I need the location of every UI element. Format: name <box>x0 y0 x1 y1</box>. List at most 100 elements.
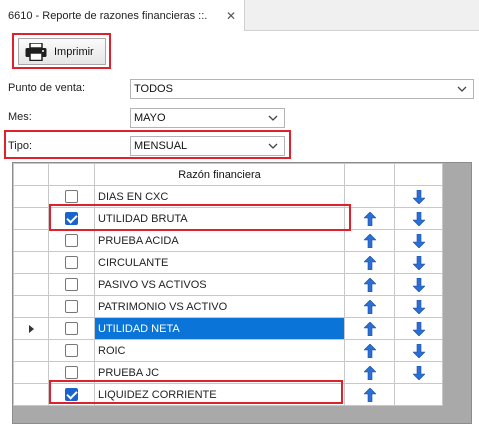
move-up-cell[interactable] <box>344 273 395 296</box>
move-down-cell[interactable] <box>394 273 443 296</box>
row-indicator-cell[interactable] <box>13 317 49 340</box>
move-up-cell[interactable] <box>344 207 395 230</box>
arrow-down-icon[interactable] <box>412 277 425 292</box>
row-checkbox[interactable] <box>65 344 78 357</box>
table-row[interactable]: LIQUIDEZ CORRIENTE <box>13 383 443 406</box>
check-cell[interactable] <box>48 273 95 296</box>
arrow-up-icon[interactable] <box>363 211 376 226</box>
chevron-down-icon <box>268 115 278 121</box>
move-up-cell[interactable] <box>344 361 395 384</box>
row-indicator-cell[interactable] <box>13 295 49 318</box>
move-up-cell[interactable] <box>344 295 395 318</box>
move-up-cell[interactable] <box>344 251 395 274</box>
tipo-value: MENSUAL <box>134 140 188 152</box>
row-indicator-cell[interactable] <box>13 361 49 384</box>
arrow-up-icon[interactable] <box>363 387 376 402</box>
arrow-up-icon[interactable] <box>363 255 376 270</box>
table-row[interactable]: UTILIDAD NETA <box>13 317 443 340</box>
move-down-cell[interactable] <box>394 251 443 274</box>
check-cell[interactable] <box>48 339 95 362</box>
row-indicator-cell[interactable] <box>13 229 49 252</box>
row-checkbox[interactable] <box>65 322 78 335</box>
move-down-cell[interactable] <box>394 207 443 230</box>
move-down-cell[interactable] <box>394 361 443 384</box>
arrow-up-icon[interactable] <box>363 277 376 292</box>
razon-name-cell[interactable]: ROIC <box>94 339 345 362</box>
move-up-cell[interactable] <box>344 229 395 252</box>
move-up-cell[interactable] <box>344 339 395 362</box>
arrow-up-icon[interactable] <box>363 321 376 336</box>
arrow-up-icon[interactable] <box>363 233 376 248</box>
check-cell[interactable] <box>48 207 95 230</box>
check-cell[interactable] <box>48 383 95 406</box>
table-row[interactable]: DIAS EN CXC <box>13 185 443 208</box>
move-down-cell[interactable] <box>394 185 443 208</box>
razon-name-cell[interactable]: DIAS EN CXC <box>94 185 345 208</box>
row-indicator-cell[interactable] <box>13 207 49 230</box>
razon-name-cell[interactable]: PATRIMONIO VS ACTIVO <box>94 295 345 318</box>
check-cell[interactable] <box>48 185 95 208</box>
row-indicator-cell[interactable] <box>13 383 49 406</box>
arrow-up-icon[interactable] <box>363 365 376 380</box>
row-checkbox[interactable] <box>65 278 78 291</box>
razon-name-cell[interactable]: PASIVO VS ACTIVOS <box>94 273 345 296</box>
punto-venta-select[interactable]: TODOS <box>130 79 474 99</box>
arrow-down-icon[interactable] <box>412 233 425 248</box>
close-icon[interactable]: ✕ <box>226 9 236 23</box>
row-checkbox[interactable] <box>65 388 78 401</box>
move-up-cell[interactable] <box>344 317 395 340</box>
check-cell[interactable] <box>48 229 95 252</box>
arrow-up-icon[interactable] <box>363 299 376 314</box>
move-up-cell[interactable] <box>344 185 395 208</box>
row-checkbox[interactable] <box>65 300 78 313</box>
table-row[interactable]: PRUEBA JC <box>13 361 443 384</box>
move-up-cell[interactable] <box>344 383 395 406</box>
table-row[interactable]: PATRIMONIO VS ACTIVO <box>13 295 443 318</box>
check-cell[interactable] <box>48 295 95 318</box>
arrow-up-icon[interactable] <box>363 343 376 358</box>
check-cell[interactable] <box>48 361 95 384</box>
arrow-down-icon[interactable] <box>412 321 425 336</box>
table-row[interactable]: PRUEBA ACIDA <box>13 229 443 252</box>
table-row[interactable]: PASIVO VS ACTIVOS <box>13 273 443 296</box>
table-row[interactable]: CIRCULANTE <box>13 251 443 274</box>
row-checkbox[interactable] <box>65 256 78 269</box>
row-checkbox[interactable] <box>65 212 78 225</box>
arrow-down-icon[interactable] <box>412 255 425 270</box>
tipo-select[interactable]: MENSUAL <box>130 136 285 156</box>
tab-reporte-razones[interactable]: 6610 - Reporte de razones financieras ::… <box>0 0 245 31</box>
check-cell[interactable] <box>48 251 95 274</box>
row-checkbox[interactable] <box>65 190 78 203</box>
print-button[interactable]: Imprimir <box>18 38 106 65</box>
arrow-down-icon[interactable] <box>412 211 425 226</box>
row-indicator-cell[interactable] <box>13 251 49 274</box>
razon-name-cell[interactable]: PRUEBA ACIDA <box>94 229 345 252</box>
razon-name-cell[interactable]: UTILIDAD NETA <box>94 317 345 340</box>
down-header-cell <box>394 163 443 186</box>
row-checkbox[interactable] <box>65 366 78 379</box>
move-down-cell[interactable] <box>394 295 443 318</box>
row-indicator-cell[interactable] <box>13 339 49 362</box>
arrow-down-icon[interactable] <box>412 299 425 314</box>
arrow-down-icon[interactable] <box>412 189 425 204</box>
table-row[interactable]: ROIC <box>13 339 443 362</box>
move-down-cell[interactable] <box>394 317 443 340</box>
move-down-cell[interactable] <box>394 383 443 406</box>
row-indicator-cell[interactable] <box>13 273 49 296</box>
row-indicator-cell[interactable] <box>13 185 49 208</box>
razon-name-cell[interactable]: LIQUIDEZ CORRIENTE <box>94 383 345 406</box>
chevron-down-icon <box>268 143 278 149</box>
arrow-down-icon[interactable] <box>412 343 425 358</box>
check-cell[interactable] <box>48 317 95 340</box>
row-checkbox[interactable] <box>65 234 78 247</box>
move-down-cell[interactable] <box>394 339 443 362</box>
razon-name-cell[interactable]: PRUEBA JC <box>94 361 345 384</box>
arrow-down-icon[interactable] <box>412 365 425 380</box>
tipo-label: Tipo: <box>8 140 33 152</box>
mes-select[interactable]: MAYO <box>130 108 285 128</box>
column-header-razon[interactable]: Razón financiera <box>94 163 345 186</box>
table-row[interactable]: UTILIDAD BRUTA <box>13 207 443 230</box>
razon-name-cell[interactable]: UTILIDAD BRUTA <box>94 207 345 230</box>
razon-name-cell[interactable]: CIRCULANTE <box>94 251 345 274</box>
move-down-cell[interactable] <box>394 229 443 252</box>
